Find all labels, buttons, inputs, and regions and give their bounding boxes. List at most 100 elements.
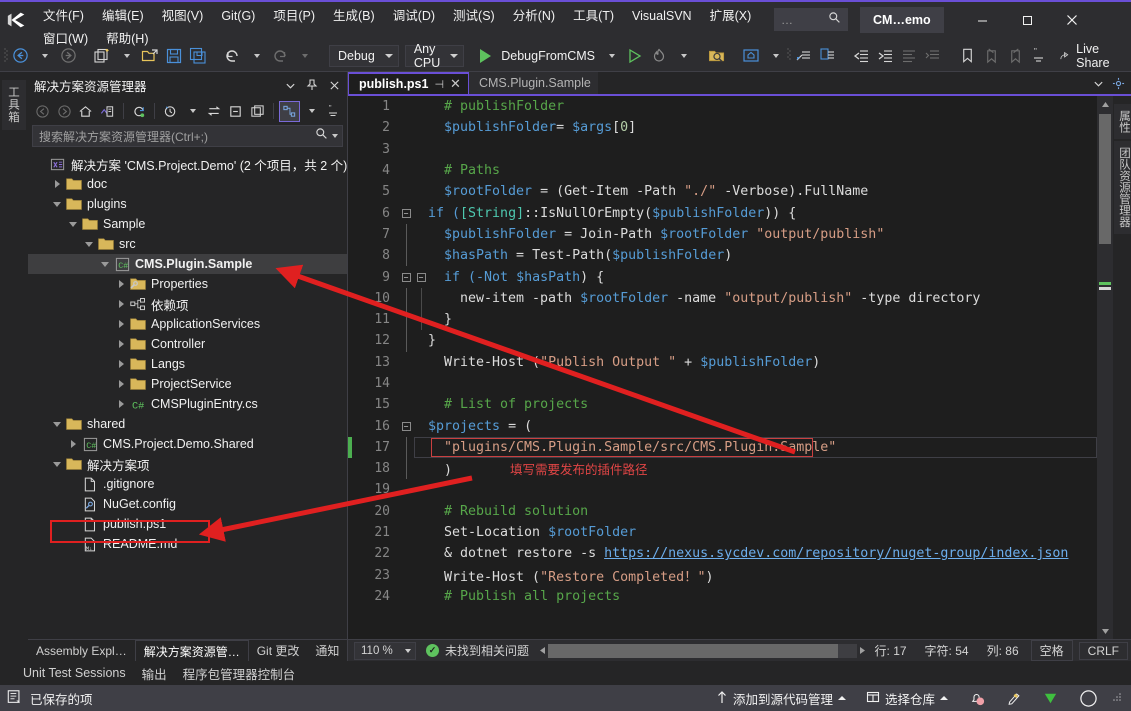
show-all-files-icon[interactable] bbox=[247, 101, 268, 122]
close-button[interactable] bbox=[1050, 6, 1095, 34]
comment-selection-icon[interactable] bbox=[791, 44, 815, 68]
notifications-button[interactable] bbox=[960, 687, 994, 709]
tree-item-cmspluginentry.cs[interactable]: C# CMSPluginEntry.cs bbox=[28, 394, 347, 414]
resize-grip-icon[interactable] bbox=[1110, 690, 1123, 706]
indentation-mode[interactable]: 空格 bbox=[1030, 640, 1073, 661]
collapse-all-icon[interactable] bbox=[226, 101, 247, 122]
chevron-right-icon[interactable] bbox=[114, 316, 128, 332]
home-icon[interactable] bbox=[75, 101, 96, 122]
code-line-5[interactable]: 5 $rootFolder = (Get-Item -Path "./" -Ver… bbox=[348, 181, 1097, 202]
tree-item-plugins[interactable]: plugins bbox=[28, 194, 347, 214]
tree-item------[interactable]: 解决方案项 bbox=[28, 454, 347, 474]
scroll-up-arrow[interactable] bbox=[1097, 96, 1113, 112]
chevron-right-icon[interactable] bbox=[114, 296, 128, 312]
fold-collapse-icon[interactable]: − bbox=[398, 421, 414, 431]
menu-git[interactable]: Git(G) bbox=[212, 5, 264, 28]
editor-vertical-scrollbar[interactable] bbox=[1097, 96, 1113, 639]
select-repository-button[interactable]: 选择仓库 bbox=[858, 687, 956, 709]
toolbar-overflow-icon[interactable]: " bbox=[322, 101, 343, 122]
menu-debug[interactable]: 调试(D) bbox=[384, 5, 444, 28]
tree-item-controller[interactable]: Controller bbox=[28, 334, 347, 354]
menu-visualsvn[interactable]: VisualSVN bbox=[623, 5, 701, 28]
hscroll-thumb[interactable] bbox=[548, 643, 839, 658]
code-line-8[interactable]: 8 $hasPath = Test-Path($publishFolder) bbox=[348, 245, 1097, 267]
menu-help[interactable]: 帮助(H) bbox=[97, 28, 157, 51]
tree-item-------cms.project.demo---2-------2---[interactable]: 解决方案 'CMS.Project.Demo' (2 个项目，共 2 个) bbox=[28, 154, 347, 174]
toggle-bookmark-icon[interactable] bbox=[955, 44, 979, 68]
bottom-tab-unit-test-sessions[interactable]: Unit Test Sessions bbox=[16, 664, 133, 682]
editor-horizontal-scrollbar[interactable] bbox=[548, 643, 857, 658]
next-bookmark-icon[interactable] bbox=[1003, 44, 1027, 68]
tree-item-properties[interactable]: Properties bbox=[28, 274, 347, 294]
quick-launch-search[interactable]: … bbox=[774, 8, 848, 31]
close-icon[interactable] bbox=[325, 76, 343, 94]
tab-cms-plugin-sample[interactable]: CMS.Plugin.Sample bbox=[468, 72, 598, 94]
chevron-right-icon[interactable] bbox=[114, 336, 128, 352]
pin-icon[interactable]: ⊣ bbox=[434, 78, 444, 91]
code-line-17[interactable]: 17 "plugins/CMS.Plugin.Sample/src/CMS.Plu… bbox=[348, 436, 1097, 459]
rail-tab-toolbox[interactable]: 工具箱 bbox=[2, 80, 26, 130]
fold-collapse-icon[interactable]: − bbox=[398, 272, 414, 282]
chevron-right-icon[interactable] bbox=[114, 356, 128, 372]
chevron-right-icon[interactable] bbox=[66, 436, 80, 452]
tree-item-applicationservices[interactable]: ApplicationServices bbox=[28, 314, 347, 334]
tree-item-src[interactable]: src bbox=[28, 234, 347, 254]
pending-changes-dropdown[interactable] bbox=[182, 101, 203, 122]
code-line-24[interactable]: 24 # Publish all projects bbox=[348, 586, 1097, 607]
issues-indicator[interactable]: ✓ 未找到相关问题 bbox=[416, 642, 539, 659]
chevron-right-icon[interactable] bbox=[50, 176, 64, 192]
menu-window[interactable]: 窗口(W) bbox=[34, 28, 97, 51]
back-icon[interactable] bbox=[32, 101, 53, 122]
scrollbar-thumb[interactable] bbox=[1099, 114, 1111, 244]
menu-file[interactable]: 文件(F) bbox=[34, 5, 93, 28]
code-line-14[interactable]: 14 bbox=[348, 373, 1097, 394]
format-document-icon[interactable] bbox=[897, 44, 921, 68]
ready-status-icon[interactable] bbox=[1034, 687, 1067, 709]
toolbar-grip[interactable] bbox=[787, 46, 791, 66]
hscroll-left-arrow[interactable] bbox=[539, 643, 546, 659]
tree-item-sample[interactable]: Sample bbox=[28, 214, 347, 234]
maximize-button[interactable] bbox=[1005, 6, 1050, 34]
bottom-tab-package-manager-console[interactable]: 程序包管理器控制台 bbox=[176, 662, 303, 685]
code-line-9[interactable]: 9− − if (-Not $hasPath) { bbox=[348, 266, 1097, 287]
fold-collapse-icon[interactable]: − bbox=[398, 208, 414, 218]
menu-edit[interactable]: 编辑(E) bbox=[93, 5, 153, 28]
pin-icon[interactable] bbox=[303, 76, 321, 94]
settings-gear-icon[interactable] bbox=[1109, 74, 1127, 92]
tab-publish-ps1[interactable]: publish.ps1 ⊣ ✕ bbox=[348, 72, 469, 94]
code-line-18[interactable]: 18) 填写需要发布的插件路径 bbox=[348, 458, 1097, 480]
tree-item-doc[interactable]: doc bbox=[28, 174, 347, 194]
menu-analyze[interactable]: 分析(N) bbox=[504, 5, 564, 28]
rail-tab-properties[interactable]: 属性 bbox=[1114, 104, 1131, 139]
toolbar-grip[interactable] bbox=[4, 46, 8, 66]
code-editor[interactable]: 1 # publishFolder 2 $publishFolder= $args[0… bbox=[348, 96, 1097, 639]
tree-item-cms.plugin.sample[interactable]: C# CMS.Plugin.Sample bbox=[28, 254, 347, 274]
tree-item-cms.project.demo.shared[interactable]: C# CMS.Project.Demo.Shared bbox=[28, 434, 347, 454]
forward-icon[interactable] bbox=[54, 101, 75, 122]
tree-item-shared[interactable]: shared bbox=[28, 414, 347, 434]
menu-test[interactable]: 测试(S) bbox=[444, 5, 504, 28]
chevron-down-icon[interactable] bbox=[281, 76, 299, 94]
code-line-21[interactable]: 21 Set-Location $rootFolder bbox=[348, 522, 1097, 543]
code-line-1[interactable]: 1 # publishFolder bbox=[348, 96, 1097, 117]
code-line-13[interactable]: 13 Write-Host ("Publish Output " + $publi… bbox=[348, 352, 1097, 373]
code-line-23[interactable]: 23 Write-Host ("Restore Completed！") bbox=[348, 565, 1097, 586]
chevron-down-icon[interactable] bbox=[50, 196, 64, 212]
chevron-down-icon[interactable] bbox=[50, 456, 64, 472]
tree-item----[interactable]: 依赖项 bbox=[28, 294, 347, 314]
pending-changes-icon[interactable] bbox=[160, 101, 181, 122]
code-line-20[interactable]: 20 # Rebuild solution bbox=[348, 501, 1097, 522]
tree-item-.gitignore[interactable]: .gitignore bbox=[28, 474, 347, 494]
code-line-7[interactable]: 7 $publishFolder = Join-Path $rootFolder … bbox=[348, 223, 1097, 246]
chevron-down-icon[interactable] bbox=[66, 216, 80, 232]
solution-scope-icon[interactable] bbox=[278, 100, 300, 122]
minimize-button[interactable] bbox=[960, 6, 1005, 34]
tree-item-langs[interactable]: Langs bbox=[28, 354, 347, 374]
code-line-11[interactable]: 11} bbox=[348, 308, 1097, 331]
menu-extensions[interactable]: 扩展(X) bbox=[701, 5, 761, 28]
chevron-down-icon[interactable] bbox=[98, 256, 112, 272]
code-line-15[interactable]: 15 # List of projects bbox=[348, 394, 1097, 415]
code-line-16[interactable]: 16− $projects = ( bbox=[348, 415, 1097, 436]
menu-tools[interactable]: 工具(T) bbox=[564, 5, 623, 28]
close-icon[interactable]: ✕ bbox=[450, 76, 461, 92]
